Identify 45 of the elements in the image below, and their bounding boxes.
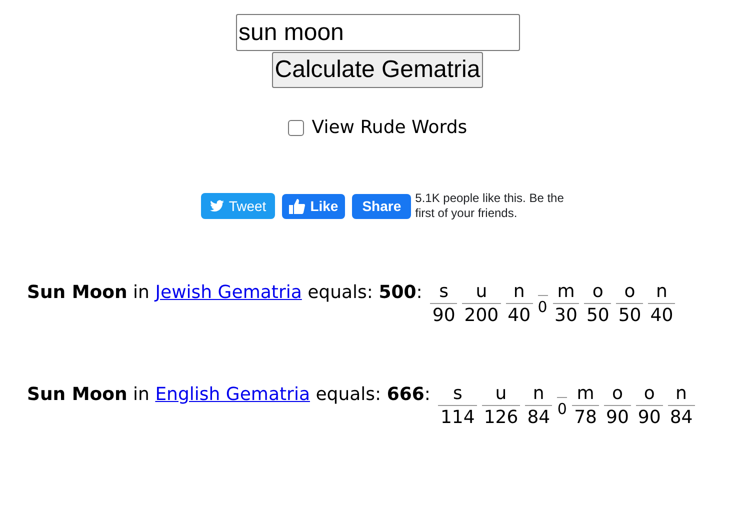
letter-value: 50 — [617, 304, 642, 328]
letter-value: 40 — [649, 304, 674, 328]
space-mark — [557, 397, 568, 398]
letter: m — [552, 281, 580, 304]
space-mark — [538, 295, 548, 296]
letter-value: 0 — [557, 400, 567, 418]
letter-value: 200 — [463, 304, 500, 328]
letter-value: 78 — [573, 406, 598, 430]
letter-value: 0 — [538, 298, 548, 316]
calculate-button[interactable]: Calculate Gematria — [272, 52, 484, 88]
letter: n — [506, 281, 533, 304]
thumbs-up-icon — [289, 198, 306, 214]
letter: n — [648, 281, 676, 304]
like-button[interactable]: Like — [282, 194, 346, 218]
result-sentence: Sun Moon in English Gematria equals: 666: — [27, 383, 430, 407]
letter: o — [636, 383, 663, 406]
letter-value: 90 — [431, 304, 456, 328]
result-sentence: Sun Moon in Jewish Gematria equals: 500: — [27, 281, 422, 305]
gematria-link[interactable]: English Gematria — [155, 384, 310, 405]
letter: o — [604, 383, 631, 406]
search-field[interactable]: sun moon — [236, 14, 520, 51]
gematria-link[interactable]: Jewish Gematria — [155, 282, 302, 303]
letter-value: 50 — [585, 304, 610, 328]
letter: u — [482, 383, 520, 406]
letter: s — [438, 383, 477, 406]
rude-words-checkbox[interactable] — [288, 120, 304, 136]
letter: o — [584, 281, 612, 304]
letter: n — [525, 383, 552, 406]
share-button[interactable]: Share — [352, 194, 412, 218]
letter: o — [616, 281, 644, 304]
letter-value: 30 — [554, 304, 578, 328]
letter-value: 84 — [526, 406, 552, 430]
letter: m — [572, 383, 599, 406]
letter-value: 126 — [482, 406, 520, 430]
letter-value: 84 — [668, 406, 694, 430]
letter-value: 40 — [506, 304, 532, 328]
bird-icon — [210, 200, 224, 212]
letter: u — [462, 281, 501, 304]
letter: s — [430, 281, 458, 304]
letter-value: 114 — [439, 406, 476, 430]
letter-value: 90 — [636, 406, 662, 430]
letter: n — [668, 383, 695, 406]
letter-value: 90 — [605, 406, 630, 430]
like-count-text: 5.1K people like this. Be the first of your friends. — [415, 191, 565, 221]
checkbox-label: View Rude Words — [312, 116, 468, 140]
